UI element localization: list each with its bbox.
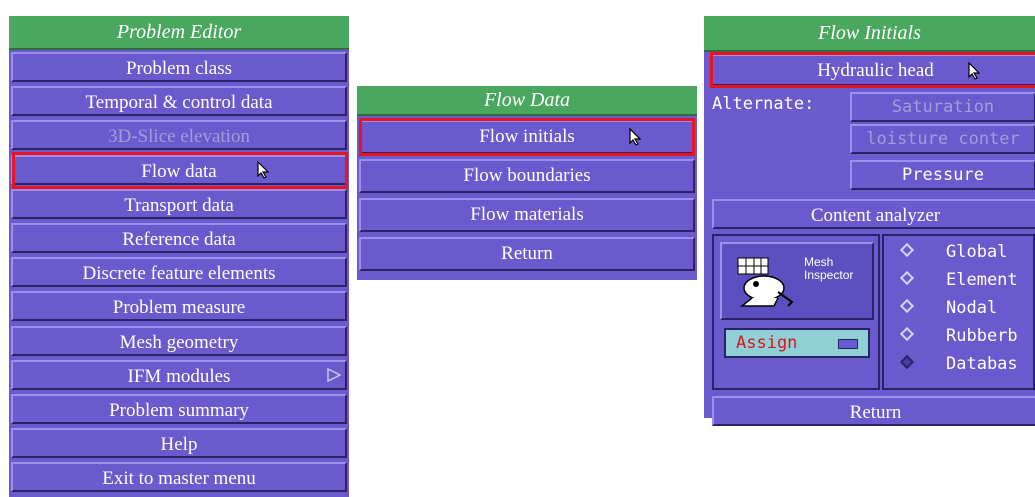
- flow-initials-highlight: [359, 118, 695, 156]
- assign-button[interactable]: Assign: [724, 328, 870, 358]
- submenu-arrow-icon: [327, 367, 341, 382]
- pressure-button[interactable]: Pressure: [850, 160, 1035, 190]
- return-button[interactable]: Return: [712, 396, 1035, 426]
- flow-initials-panel: Flow Initials Hydraulic head Alternate: …: [704, 16, 1035, 426]
- saturation-button[interactable]: Saturation: [850, 92, 1035, 122]
- assign-toggle-icon: [838, 339, 858, 349]
- scope-radio-option[interactable]: Global: [899, 240, 1008, 264]
- flow-data-panel: Flow Data Flow initials Flow boundaries Fl…: [357, 86, 697, 280]
- content-analyzer-button[interactable]: Content analyzer: [712, 199, 1035, 229]
- flow-data-title: Flow Data: [357, 86, 697, 116]
- radio-diamond-icon: [899, 242, 915, 258]
- menu-item-slice-elevation[interactable]: 3D-Slice elevation: [11, 120, 347, 151]
- mouse-cursor-icon: [968, 62, 980, 80]
- menu-item-reference-data[interactable]: Reference data: [11, 223, 347, 253]
- menu-item-help[interactable]: Help: [11, 428, 347, 459]
- mesh-inspector-button[interactable]: Mesh Inspector: [720, 242, 874, 320]
- moisture-content-button[interactable]: loisture conter: [850, 124, 1035, 154]
- scope-radio-label: Element: [946, 270, 1018, 290]
- menu-item-problem-summary[interactable]: Problem summary: [11, 394, 347, 424]
- mouse-cursor-icon: [257, 160, 269, 179]
- flow-materials-button[interactable]: Flow materials: [359, 198, 695, 232]
- radio-diamond-icon: [899, 326, 915, 342]
- menu-item-transport-data[interactable]: Transport data: [11, 188, 347, 219]
- mesh-inspector-icon: [737, 257, 794, 307]
- menu-item-temporal-control-data[interactable]: Temporal & control data: [11, 86, 347, 117]
- problem-editor-panel: Problem Editor Problem class Temporal & c…: [9, 16, 349, 497]
- flow-initials-title: Flow Initials: [704, 16, 1035, 52]
- radio-diamond-icon: [899, 270, 915, 286]
- scope-radio-option[interactable]: Nodal: [899, 296, 998, 320]
- scope-radio-label: Global: [946, 242, 1008, 262]
- mouse-cursor-icon: [629, 128, 641, 146]
- menu-item-problem-measure[interactable]: Problem measure: [11, 291, 347, 322]
- return-button[interactable]: Return: [359, 237, 695, 271]
- mesh-inspector-label: Mesh Inspector: [804, 255, 854, 282]
- hydraulic-head-highlight: [710, 52, 1035, 88]
- menu-item-problem-class[interactable]: Problem class: [11, 52, 347, 82]
- mesh-inspector-group: Mesh Inspector Assign: [712, 234, 880, 390]
- menu-item-discrete-feature-elements[interactable]: Discrete feature elements: [11, 257, 347, 288]
- menu-item-mesh-geometry[interactable]: Mesh geometry: [11, 325, 347, 356]
- flow-boundaries-button[interactable]: Flow boundaries: [359, 159, 695, 193]
- scope-radio-option[interactable]: Element: [899, 268, 1018, 292]
- scope-radio-option[interactable]: Databas: [899, 352, 1018, 376]
- problem-editor-title: Problem Editor: [9, 16, 349, 50]
- alternate-label: Alternate:: [712, 94, 815, 114]
- scope-radio-label: Rubberb: [946, 326, 1018, 346]
- menu-item-ifm-modules[interactable]: IFM modules: [11, 359, 347, 390]
- radio-diamond-icon: [899, 298, 915, 314]
- menu-item-exit-to-master-menu[interactable]: Exit to master menu: [11, 462, 347, 493]
- scope-radio-label: Databas: [946, 354, 1018, 374]
- flow-data-highlight: [12, 151, 348, 189]
- scope-radio-option[interactable]: Rubberb: [899, 324, 1018, 348]
- radio-diamond-icon: [899, 354, 915, 370]
- scope-radio-label: Nodal: [946, 298, 998, 318]
